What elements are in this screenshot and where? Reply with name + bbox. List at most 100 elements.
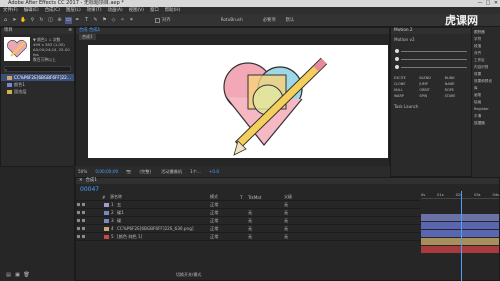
home-icon[interactable]: ⌂ — [2, 17, 9, 24]
camera-select[interactable]: 活动摄像机 — [161, 169, 182, 175]
camera-icon[interactable]: 📷 — [126, 169, 131, 175]
project-item[interactable]: CC%P6F2E[6BGBF6FF]22... — [1, 74, 74, 81]
layer-bar[interactable] — [421, 230, 499, 237]
stamp-tool-icon[interactable]: ⚑ — [101, 17, 108, 24]
slider-track[interactable] — [401, 50, 467, 52]
mode-select[interactable]: 正常 — [210, 234, 240, 240]
motion2-button[interactable]: NAME — [445, 82, 468, 86]
snap-checkbox-icon[interactable] — [155, 17, 160, 23]
visibility-icon[interactable] — [77, 211, 80, 214]
panel-link[interactable]: 跟踪器 — [474, 29, 498, 36]
panel-link[interactable]: 画笔 — [474, 92, 498, 99]
motion2-button[interactable]: CLONE — [394, 82, 417, 86]
rotate-tool-icon[interactable]: ↻ — [38, 17, 45, 24]
motion2-button[interactable]: STARE — [445, 94, 468, 98]
layer-bar[interactable] — [421, 222, 499, 229]
motion2-button[interactable]: WARP — [394, 94, 417, 98]
parent-select[interactable]: 无 — [284, 210, 324, 216]
slider-track[interactable] — [401, 66, 467, 68]
layer-row[interactable]: 3 碟 正常 无 无 — [76, 217, 421, 225]
trkmat-select[interactable]: 无 — [248, 210, 284, 216]
zoom-tool-icon[interactable]: ⚲ — [29, 17, 36, 24]
camera-tool-icon[interactable]: ◫ — [47, 17, 54, 24]
label-color-icon[interactable] — [104, 218, 109, 223]
zoom-select[interactable]: 50% — [78, 169, 87, 174]
motion2-button[interactable]: BLINK — [445, 76, 468, 80]
motion2-button[interactable]: EXCITE — [394, 76, 417, 80]
visibility-icon[interactable] — [77, 227, 80, 230]
slider-knob-icon[interactable] — [395, 49, 399, 53]
panel-link[interactable]: 绘画 — [474, 99, 498, 106]
project-item[interactable]: 颜色1 — [1, 81, 74, 88]
views-select[interactable]: 1个... — [190, 169, 201, 175]
panel-link[interactable]: 工作区 — [474, 57, 498, 64]
menu-edit[interactable]: 编辑(E) — [21, 7, 42, 14]
project-item[interactable]: 固态层 — [1, 88, 74, 95]
menu-effect[interactable]: 效果(T) — [84, 7, 105, 14]
parent-select[interactable]: 无 — [284, 218, 324, 224]
hand-tool-icon[interactable]: ✋ — [20, 17, 27, 24]
label-color-icon[interactable] — [104, 234, 109, 239]
pen-tool-icon[interactable]: ✒ — [74, 17, 81, 24]
roto-brush-icon[interactable]: ✧ — [119, 17, 126, 24]
visibility-icon[interactable] — [77, 219, 80, 222]
audio-icon[interactable] — [82, 211, 85, 214]
timeline-graph[interactable]: 0s 01s 02s 03s 04s — [421, 191, 499, 281]
menu-animation[interactable]: 动画(A) — [105, 7, 126, 14]
motion2-button[interactable]: SPIN — [419, 94, 442, 98]
puppet-tool-icon[interactable]: ✶ — [128, 17, 135, 24]
layer-bar[interactable] — [421, 238, 499, 245]
layer-row[interactable]: 4 CC%P6F2E[6BGBF6FF]22S_630.png] 正常 无 无 — [76, 225, 421, 233]
audio-icon[interactable] — [82, 219, 85, 222]
panel-link[interactable]: 平滑 — [474, 113, 498, 120]
menu-composition[interactable]: 合成(C) — [42, 7, 63, 14]
workspace-default[interactable]: 默认 — [286, 17, 295, 23]
menu-view[interactable]: 视图(V) — [126, 7, 147, 14]
trkmat-select[interactable]: 无 — [248, 218, 284, 224]
project-tab[interactable]: 项目 ≡ — [1, 28, 74, 34]
new-folder-icon[interactable]: ▤ — [5, 272, 12, 279]
trkmat-select[interactable]: 无 — [248, 226, 284, 232]
label-color-icon[interactable] — [104, 202, 109, 207]
mode-select[interactable]: 正常 — [210, 210, 240, 216]
panel-link[interactable]: 库 — [474, 85, 498, 92]
panel-link[interactable]: 段落 — [474, 43, 498, 50]
layer-bar[interactable] — [421, 214, 499, 221]
layer-row[interactable]: 5 [颜色 纯色 1] 正常 无 无 — [76, 233, 421, 241]
motion2-button[interactable]: JUMP — [419, 82, 442, 86]
brush-tool-icon[interactable]: ✎ — [92, 17, 99, 24]
breadcrumb-comp1[interactable]: 合成1 — [79, 34, 96, 40]
visibility-icon[interactable] — [77, 203, 80, 206]
exposure-value[interactable]: +0.0 — [209, 169, 219, 174]
eraser-tool-icon[interactable]: ◇ — [110, 17, 117, 24]
new-comp-icon[interactable]: ▣ — [14, 272, 21, 279]
parent-select[interactable]: 无 — [284, 202, 324, 208]
layer-bar[interactable] — [421, 246, 499, 253]
composition-viewer[interactable] — [88, 45, 388, 158]
menu-layer[interactable]: 图层(L) — [63, 7, 84, 14]
selection-tool-icon[interactable]: ➤ — [11, 17, 18, 24]
panel-link[interactable]: 内容识别 — [474, 64, 498, 71]
resolution-select[interactable]: (完整) — [139, 169, 151, 175]
motion2-button[interactable]: BLEND — [419, 76, 442, 80]
audio-icon[interactable] — [82, 227, 85, 230]
panel-menu-icon[interactable]: ≡ — [68, 28, 74, 34]
menu-help[interactable]: 帮助(H) — [162, 7, 184, 14]
timeline-timecode[interactable]: 00047 — [80, 186, 99, 193]
panel-link[interactable]: 摇摆器 — [474, 120, 498, 127]
layer-row[interactable]: 2 碟1 正常 无 无 — [76, 209, 421, 217]
minimize-button[interactable]: — — [476, 0, 484, 7]
rectangle-tool-icon[interactable]: ▭ — [65, 16, 72, 24]
mode-select[interactable]: 正常 — [210, 226, 240, 232]
motion2-button[interactable]: ROPE — [445, 88, 468, 92]
visibility-icon[interactable] — [77, 235, 80, 238]
maximize-button[interactable]: □ — [484, 0, 492, 7]
pan-behind-tool-icon[interactable]: ⊕ — [56, 17, 63, 24]
audio-icon[interactable] — [82, 235, 85, 238]
close-icon[interactable]: ✕ — [79, 178, 83, 184]
panel-link[interactable]: Register — [474, 106, 498, 113]
parent-select[interactable]: 无 — [284, 234, 324, 240]
panel-link[interactable]: 效果 — [474, 71, 498, 78]
motion2-button[interactable]: ORBIT — [419, 88, 442, 92]
text-tool-icon[interactable]: T — [83, 17, 90, 24]
